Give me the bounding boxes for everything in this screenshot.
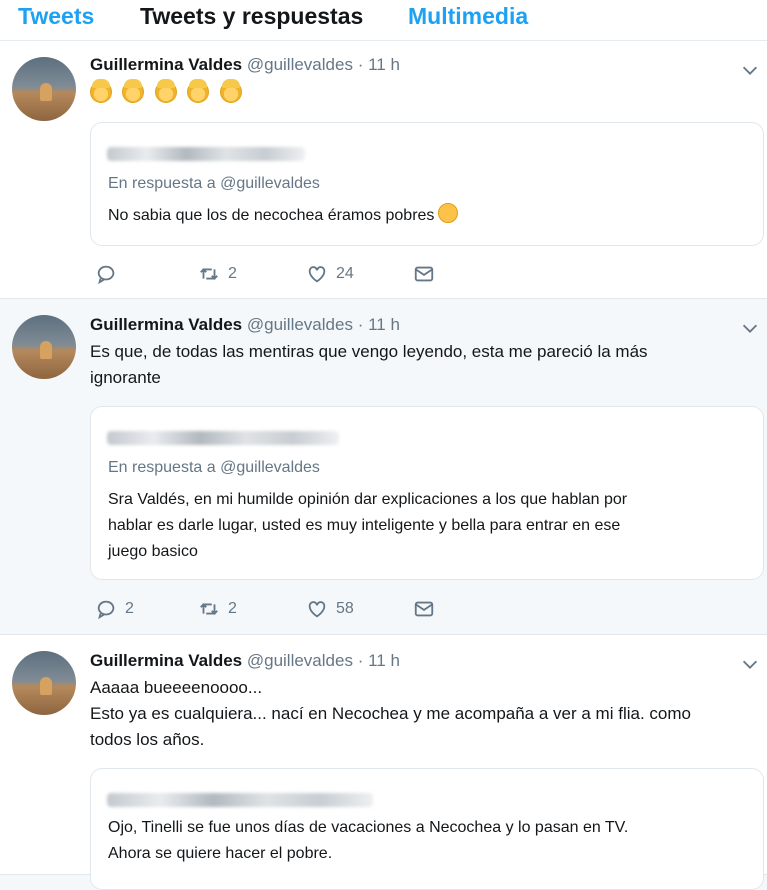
separator: · [357,55,364,74]
woman-tipping-hand-icon [154,79,177,103]
author-name[interactable]: Guillermina Valdes [90,55,242,74]
retweet-count: 2 [228,600,237,617]
quoted-tweet[interactable]: En respuesta a @guillevaldes Sra Valdés,… [90,406,764,580]
tab-tweets-and-replies[interactable]: Tweets y respuestas [140,3,363,30]
reply-button[interactable] [95,263,117,285]
chevron-down-icon[interactable] [739,317,761,339]
author-name[interactable]: Guillermina Valdes [90,315,242,334]
quoted-tweet-text: Ojo, Tinelli se fue unos días de vacacio… [108,819,629,862]
retweet-count: 2 [228,265,237,282]
chevron-down-icon[interactable] [739,653,761,675]
timestamp[interactable]: 11 h [368,315,400,334]
blurred-username [107,147,305,161]
author-name[interactable]: Guillermina Valdes [90,651,242,670]
retweet-icon [200,603,218,615]
separator: · [357,315,364,334]
tweet[interactable]: Guillermina Valdes @guillevaldes · 11 h … [0,635,767,890]
emoji-row [90,79,248,107]
blurred-username [107,431,339,445]
woman-tipping-hand-icon [122,79,145,103]
direct-message-button[interactable] [413,598,435,620]
avatar[interactable] [12,651,76,715]
retweet-icon [200,268,218,280]
woman-tipping-hand-icon [187,79,210,103]
reply-icon [97,265,115,285]
tweet[interactable]: Guillermina Valdes @guillevaldes · 11 h … [0,299,767,635]
woman-tipping-hand-icon [219,79,242,103]
reply-button[interactable]: 2 [95,598,134,620]
like-count: 58 [336,600,354,617]
tweet-header: Guillermina Valdes @guillevaldes · 11 h [90,651,400,671]
reply-context: En respuesta a @guillevaldes [108,459,320,476]
heart-icon [308,601,326,618]
retweet-button[interactable]: 2 [198,598,237,620]
reply-icon [97,600,115,620]
envelope-icon [414,601,434,617]
envelope-icon [414,266,434,282]
tweet-header: Guillermina Valdes @guillevaldes · 11 h [90,315,400,335]
timestamp[interactable]: 11 h [368,55,400,74]
tab-media[interactable]: Multimedia [408,3,528,30]
quoted-tweet-text: No sabia que los de necochea éramos pobr… [108,203,459,229]
woman-tipping-hand-icon [90,79,112,103]
tweet[interactable]: Guillermina Valdes @guillevaldes · 11 h … [0,41,767,299]
like-button[interactable]: 24 [306,263,354,285]
tweet-actions: 2 24 [90,263,490,289]
quoted-tweet[interactable]: Ojo, Tinelli se fue unos días de vacacio… [90,768,764,890]
avatar[interactable] [12,57,76,121]
retweet-button[interactable]: 2 [198,263,237,285]
quoted-tweet-text: Sra Valdés, en mi humilde opinión dar ex… [108,491,628,560]
separator: · [357,651,364,670]
tweet-header: Guillermina Valdes @guillevaldes · 11 h [90,55,400,75]
quoted-tweet[interactable]: En respuesta a @guillevaldes No sabia qu… [90,122,764,246]
heart-icon [308,266,326,283]
blurred-username [107,793,373,807]
profile-tabs: Tweets Tweets y respuestas Multimedia [0,0,767,41]
chevron-down-icon[interactable] [739,59,761,81]
thinking-face-icon [438,203,459,223]
avatar[interactable] [12,315,76,379]
reply-count: 2 [125,600,134,617]
author-handle[interactable]: @guillevaldes [247,55,353,74]
tweet-actions: 2 2 58 [90,598,490,624]
timestamp[interactable]: 11 h [368,651,400,670]
reply-context: En respuesta a @guillevaldes [108,175,320,192]
direct-message-button[interactable] [413,263,435,285]
tweet-text: Es que, de todas las mentiras que vengo … [90,342,648,387]
like-button[interactable]: 58 [306,598,354,620]
author-handle[interactable]: @guillevaldes [247,315,353,334]
tab-tweets[interactable]: Tweets [18,3,94,30]
author-handle[interactable]: @guillevaldes [247,651,353,670]
like-count: 24 [336,265,354,282]
tweet-text: Aaaaa bueeeenoooo... Esto ya es cualquie… [90,678,691,749]
